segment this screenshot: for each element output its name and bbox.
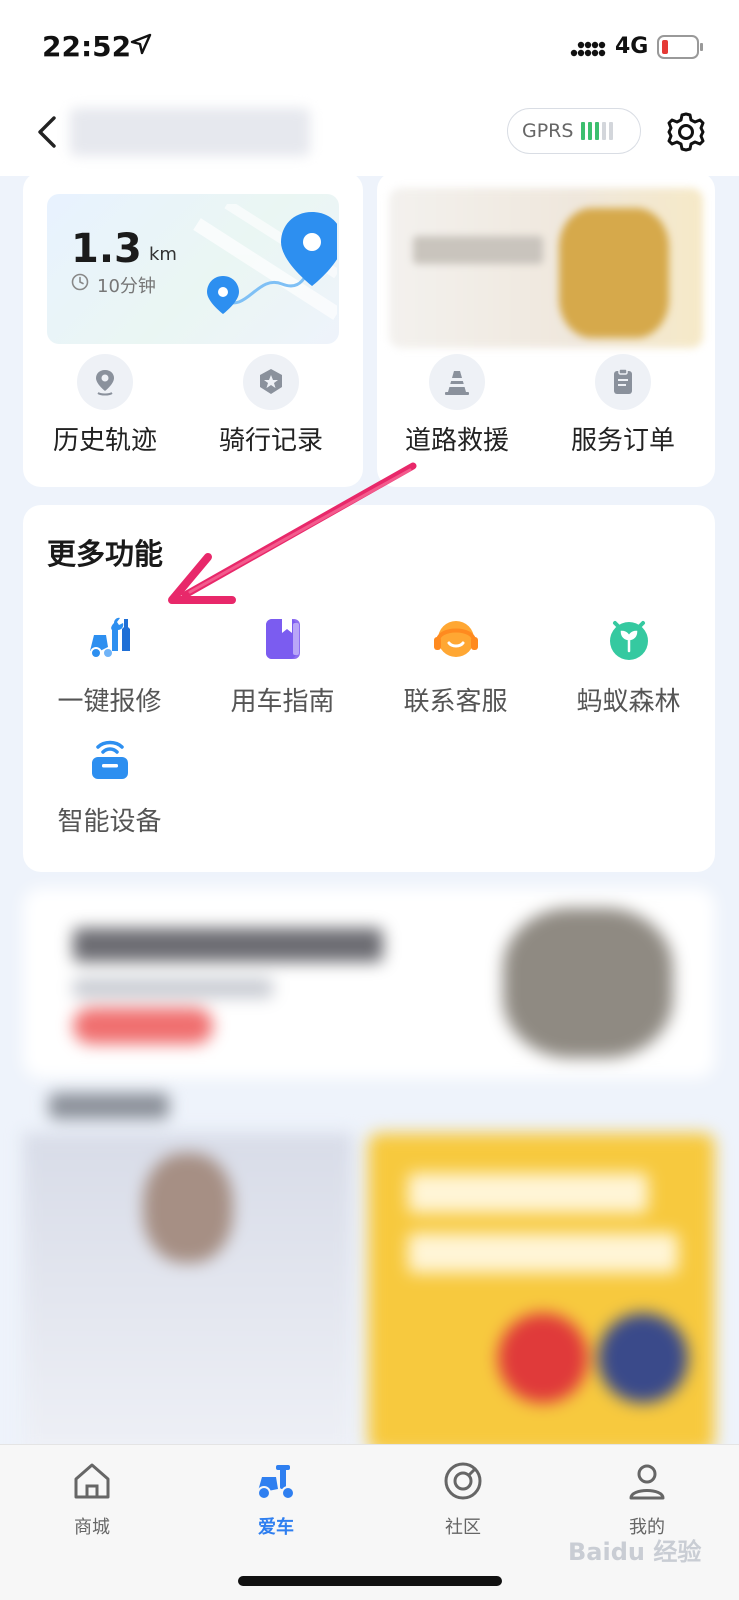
network-type: 4G	[615, 34, 649, 59]
smart-device-button[interactable]: 智能设备	[23, 733, 196, 838]
gprs-signal-icon	[581, 122, 614, 140]
history-track-label: 历史轨迹	[52, 426, 157, 456]
tab-mall[interactable]: 商城	[32, 1459, 152, 1539]
gprs-label: GPRS	[522, 120, 574, 142]
tab-my-vehicle[interactable]: 爱车	[216, 1459, 336, 1539]
one-click-repair-label: 一键报修	[57, 687, 162, 717]
tab-my-vehicle-label: 爱车	[258, 1517, 294, 1538]
gear-icon[interactable]	[664, 110, 708, 154]
compass-icon	[444, 1462, 482, 1500]
promo-banner[interactable]	[23, 888, 715, 1078]
status-time: 22:52	[42, 30, 132, 63]
road-rescue-button[interactable]: 道路救援	[377, 354, 537, 457]
vehicle-guide-label: 用车指南	[230, 687, 335, 717]
headset-icon	[433, 621, 478, 657]
vehicle-name-blurred	[70, 108, 310, 156]
vehicle-guide-button[interactable]: 用车指南	[196, 613, 369, 718]
traffic-cone-icon	[429, 354, 485, 410]
clock-icon	[71, 273, 89, 291]
trip-distance: 1.3	[71, 226, 142, 272]
wifi-device-icon	[91, 740, 128, 779]
clipboard-icon	[595, 354, 651, 410]
back-chevron-icon[interactable]	[28, 110, 68, 154]
more-features-title: 更多功能	[47, 537, 164, 571]
service-card: 道路救援 服务订单	[377, 172, 715, 487]
ride-summary-card: 1.3 km 10分钟 历史轨迹 骑行记录	[23, 172, 363, 487]
cell-signal-icon	[570, 41, 606, 57]
battery-icon	[657, 35, 703, 59]
customer-service-button[interactable]: 联系客服	[369, 613, 542, 718]
tab-community-label: 社区	[445, 1517, 481, 1538]
customer-service-label: 联系客服	[403, 687, 508, 717]
ant-forest-button[interactable]: 蚂蚁森林	[542, 613, 715, 718]
service-order-label: 服务订单	[570, 426, 675, 456]
more-features-card: 更多功能 一键报修 用车指南 联系客服 蚂蚁森林 智能设备	[23, 505, 715, 872]
history-track-button[interactable]: 历史轨迹	[25, 354, 185, 457]
smart-device-label: 智能设备	[57, 807, 162, 837]
road-rescue-label: 道路救援	[404, 426, 509, 456]
route-map-pin-icon	[193, 204, 337, 320]
ant-forest-label: 蚂蚁森林	[576, 687, 681, 717]
trip-distance-unit: km	[149, 244, 177, 265]
content-card-left[interactable]	[23, 1133, 353, 1453]
home-icon	[74, 1463, 110, 1499]
user-icon	[629, 1464, 665, 1500]
ride-record-button[interactable]: 骑行记录	[191, 354, 351, 457]
guide-book-icon	[265, 619, 300, 659]
map-pin-icon	[77, 354, 133, 410]
home-indicator[interactable]	[238, 1576, 502, 1586]
recommendation-section-blurred	[23, 888, 715, 1453]
trip-duration: 10分钟	[97, 276, 156, 297]
badge-icon	[243, 354, 299, 410]
last-trip-panel[interactable]: 1.3 km 10分钟	[47, 194, 339, 344]
content-card-right[interactable]	[368, 1133, 715, 1453]
promo-banner-blurred[interactable]	[389, 188, 703, 348]
tab-community[interactable]: 社区	[403, 1459, 523, 1539]
service-order-button[interactable]: 服务订单	[543, 354, 703, 457]
ride-record-label: 骑行记录	[218, 426, 323, 456]
scooter-icon	[257, 1465, 295, 1500]
sprout-icon	[609, 621, 648, 660]
gprs-status-badge[interactable]: GPRS	[507, 108, 641, 154]
baidu-watermark: Baidu 经验	[568, 1538, 702, 1566]
tab-profile[interactable]: 我的	[587, 1459, 707, 1539]
tab-mall-label: 商城	[74, 1517, 110, 1538]
location-arrow-icon	[130, 33, 152, 55]
one-click-repair-button[interactable]: 一键报修	[23, 613, 196, 718]
repair-wrench-icon	[89, 617, 130, 659]
status-bar: 22:52 4G	[0, 0, 739, 96]
nav-bar: GPRS	[0, 96, 739, 176]
